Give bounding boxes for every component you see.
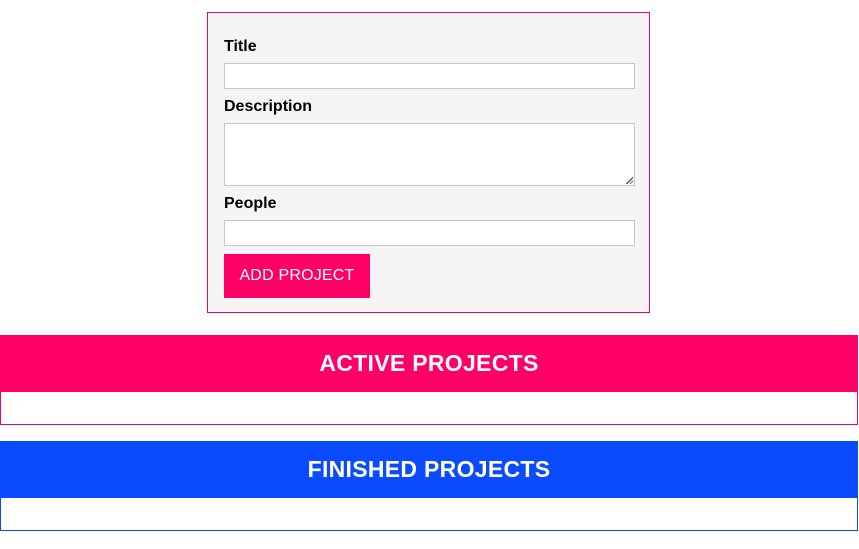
finished-projects-list [0,498,858,531]
finished-projects-header: FINISHED PROJECTS [0,441,858,498]
add-project-button[interactable]: ADD PROJECT [224,254,370,298]
finished-projects-section: FINISHED PROJECTS [0,441,858,531]
people-label: People [224,195,277,212]
active-projects-section: ACTIVE PROJECTS [0,335,858,425]
description-textarea[interactable] [224,123,635,186]
active-projects-header: ACTIVE PROJECTS [0,335,858,392]
active-projects-heading: ACTIVE PROJECTS [319,350,539,376]
title-input[interactable] [224,63,635,89]
description-field-wrapper [224,123,635,186]
title-label: Title [224,38,257,55]
description-label: Description [224,98,313,115]
finished-projects-heading: FINISHED PROJECTS [307,456,551,482]
active-projects-list [0,392,858,425]
add-project-form: Title Description People ADD PROJECT [207,12,650,313]
people-input[interactable] [224,220,635,246]
